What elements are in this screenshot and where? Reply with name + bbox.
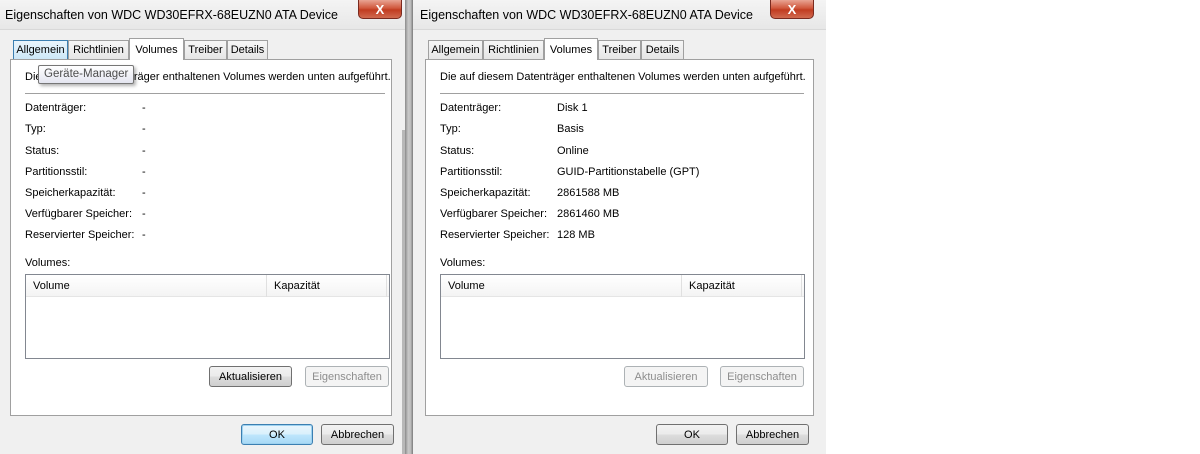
value-reservierter-speicher: 128 MB — [557, 229, 595, 241]
value-reservierter-speicher: - — [142, 229, 146, 241]
cancel-button[interactable]: Abbrechen — [736, 424, 809, 445]
value-partitionsstil: - — [142, 166, 146, 178]
column-header-kapazitaet[interactable]: Kapazität — [682, 275, 802, 297]
column-header-kapazitaet[interactable]: Kapazität — [267, 275, 387, 297]
label-datentraeger: Datenträger: — [440, 102, 502, 114]
tab-volumes[interactable]: Volumes — [544, 38, 598, 60]
label-speicherkapazitaet: Speicherkapazität: — [440, 187, 531, 199]
value-speicherkapazitaet: - — [142, 187, 146, 199]
value-verfuegbarer-speicher: - — [142, 208, 146, 220]
tab-panel-volumes: Die auf diesem Datenträger enthaltenen V… — [425, 59, 814, 416]
window-title: Eigenschaften von WDC WD30EFRX-68EUZN0 A… — [5, 8, 338, 22]
properties-button[interactable]: Eigenschaften — [305, 366, 389, 387]
ok-button[interactable]: OK — [241, 424, 313, 445]
column-header-volume[interactable]: Volume — [26, 275, 267, 297]
title-bar[interactable]: Eigenschaften von WDC WD30EFRX-68EUZN0 A… — [0, 0, 405, 30]
label-verfuegbarer-speicher: Verfügbarer Speicher: — [440, 208, 548, 220]
value-status: Online — [557, 145, 589, 157]
label-verfuegbarer-speicher: Verfügbarer Speicher: — [25, 208, 133, 220]
close-icon: X — [375, 1, 385, 17]
value-typ: - — [142, 123, 146, 135]
label-partitionsstil: Partitionsstil: — [440, 166, 503, 178]
properties-dialog-right: Eigenschaften von WDC WD30EFRX-68EUZN0 A… — [413, 0, 826, 454]
value-datentraeger: Disk 1 — [557, 102, 588, 114]
description-text: Die auf diesem Datenträger enthaltenen V… — [440, 71, 806, 83]
properties-button[interactable]: Eigenschaften — [720, 366, 804, 387]
value-verfuegbarer-speicher: 2861460 MB — [557, 208, 620, 220]
title-bar[interactable]: Eigenschaften von WDC WD30EFRX-68EUZN0 A… — [413, 0, 826, 30]
properties-dialog-left: Eigenschaften von WDC WD30EFRX-68EUZN0 A… — [0, 0, 405, 454]
volumes-listview[interactable]: Volume Kapazität — [440, 274, 805, 359]
window-divider — [405, 0, 413, 454]
label-partitionsstil: Partitionsstil: — [25, 166, 88, 178]
tab-details[interactable]: Details — [641, 40, 684, 59]
cancel-button[interactable]: Abbrechen — [321, 424, 394, 445]
close-icon: X — [787, 1, 797, 17]
window-title: Eigenschaften von WDC WD30EFRX-68EUZN0 A… — [420, 8, 753, 22]
listview-header: Volume Kapazität — [441, 275, 804, 297]
ok-button[interactable]: OK — [656, 424, 728, 445]
close-button[interactable]: X — [358, 0, 402, 19]
value-partitionsstil: GUID-Partitionstabelle (GPT) — [557, 166, 700, 178]
refresh-button[interactable]: Aktualisieren — [209, 366, 292, 387]
tab-panel-volumes: Die auf diesem Datenträger enthaltenen V… — [10, 59, 392, 416]
value-status: - — [142, 145, 146, 157]
tab-richtlinien[interactable]: Richtlinien — [68, 40, 129, 59]
listview-header: Volume Kapazität — [26, 275, 389, 297]
label-status: Status: — [25, 145, 60, 157]
label-reservierter-speicher: Reservierter Speicher: — [25, 229, 135, 241]
label-speicherkapazitaet: Speicherkapazität: — [25, 187, 116, 199]
close-button[interactable]: X — [770, 0, 814, 19]
tab-details[interactable]: Details — [227, 40, 268, 59]
refresh-button[interactable]: Aktualisieren — [624, 366, 708, 387]
volumes-listview[interactable]: Volume Kapazität — [25, 274, 390, 359]
tab-treiber[interactable]: Treiber — [598, 40, 641, 59]
tab-volumes[interactable]: Volumes — [129, 38, 184, 60]
tooltip: Geräte-Manager — [38, 65, 135, 84]
tab-allgemein[interactable]: Allgemein — [13, 40, 68, 59]
label-typ: Typ: — [440, 123, 461, 135]
column-header-volume[interactable]: Volume — [441, 275, 682, 297]
label-typ: Typ: — [25, 123, 46, 135]
value-speicherkapazitaet: 2861588 MB — [557, 187, 620, 199]
separator — [440, 93, 804, 94]
tab-allgemein[interactable]: Allgemein — [428, 40, 483, 59]
volumes-label: Volumes: — [25, 257, 71, 269]
label-reservierter-speicher: Reservierter Speicher: — [440, 229, 550, 241]
value-typ: Basis — [557, 123, 584, 135]
label-status: Status: — [440, 145, 475, 157]
volumes-label: Volumes: — [440, 257, 486, 269]
tab-richtlinien[interactable]: Richtlinien — [483, 40, 544, 59]
separator — [25, 93, 385, 94]
label-datentraeger: Datenträger: — [25, 102, 87, 114]
tab-treiber[interactable]: Treiber — [184, 40, 227, 59]
value-datentraeger: - — [142, 102, 146, 114]
